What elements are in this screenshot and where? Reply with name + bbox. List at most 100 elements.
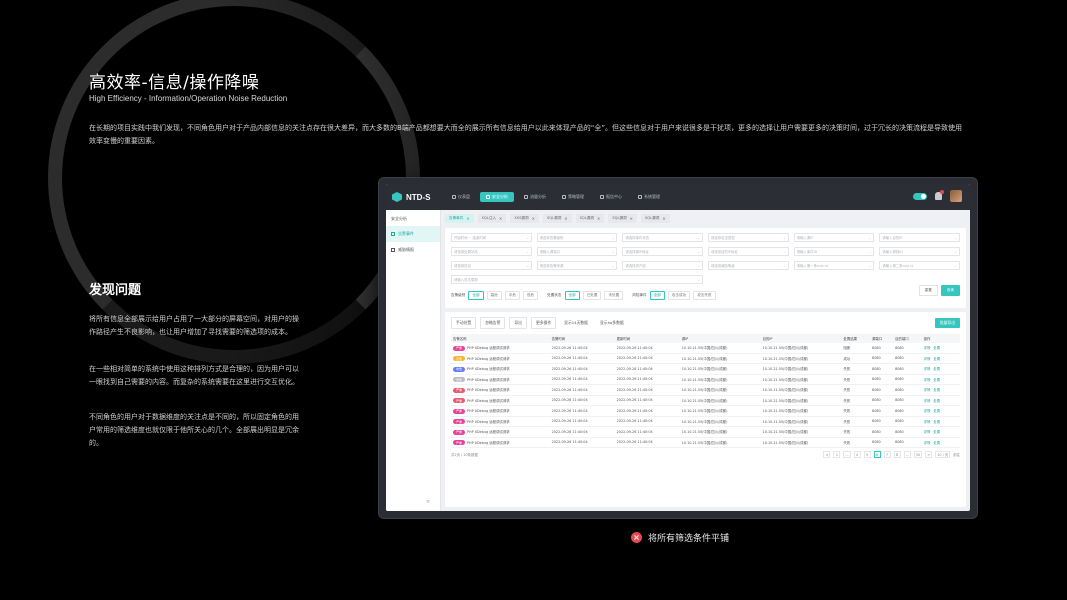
row-action-link[interactable]: 处置 bbox=[933, 357, 940, 361]
close-icon[interactable]: × bbox=[662, 216, 665, 221]
column-header[interactable]: 告警名称 bbox=[451, 334, 550, 343]
top-nav-item[interactable]: 仪表盘 bbox=[446, 192, 476, 202]
page-button[interactable]: < bbox=[823, 451, 831, 459]
page-tab[interactable]: SQL注入 × bbox=[477, 213, 507, 223]
quick-filter-chip[interactable]: 已处置 bbox=[582, 291, 602, 300]
page-button[interactable]: 7 bbox=[883, 451, 891, 459]
row-action-link[interactable]: 处置 bbox=[933, 346, 940, 350]
row-action-link[interactable]: 详情 bbox=[924, 346, 931, 350]
filter-field[interactable]: 请输入目的IP ⌄ bbox=[879, 233, 960, 242]
collapse-sidebar-icon[interactable]: ≡ bbox=[426, 499, 430, 505]
page-button[interactable]: 50 bbox=[913, 451, 923, 459]
row-action-link[interactable]: 详情 bbox=[924, 430, 931, 434]
table-row[interactable]: 严重 PHP XDebug 远程调试请求 2022-09-26 11:40:04 20… bbox=[451, 395, 960, 407]
top-nav-item[interactable]: 系统管理 bbox=[632, 192, 666, 202]
quick-filter-chip[interactable]: 低危 bbox=[522, 291, 539, 300]
search-button[interactable]: 查询 bbox=[940, 285, 960, 296]
column-header[interactable]: 源端口 bbox=[870, 334, 894, 343]
row-action-link[interactable]: 详情 bbox=[924, 378, 931, 382]
toolbar-button[interactable]: 手动处置 bbox=[451, 317, 477, 329]
toolbar-checkbox[interactable]: 显示ho多数据 bbox=[596, 318, 628, 328]
table-row[interactable]: 严重 PHP XDebug 远程调试请求 2022-09-26 11:40:04 20… bbox=[451, 437, 960, 449]
column-header[interactable]: 告警时间 bbox=[549, 334, 615, 343]
filter-field[interactable]: 请输入源端口 ⌄ bbox=[536, 247, 618, 256]
page-button[interactable]: 1 bbox=[833, 451, 841, 459]
row-action-link[interactable]: 处置 bbox=[933, 399, 940, 403]
row-action-link[interactable]: 处置 bbox=[933, 420, 940, 424]
quick-filter-chip[interactable]: 中危 bbox=[504, 291, 520, 300]
filter-field[interactable]: 请选择攻击类型 ⌄ bbox=[707, 233, 789, 242]
table-row[interactable]: 严重 PHP XDebug 远程调试请求 2022-09-26 11:40:04 20… bbox=[451, 426, 960, 438]
top-nav-item[interactable]: 策略管理 bbox=[556, 192, 590, 202]
table-row[interactable]: 严重 PHP XDebug 远程调试请求 2022-09-26 11:40:04 20… bbox=[451, 416, 960, 428]
page-size-select[interactable]: 10 / 页 bbox=[935, 451, 951, 459]
close-icon[interactable]: × bbox=[630, 216, 633, 221]
quick-filter-chip[interactable]: 全部 bbox=[649, 291, 665, 300]
close-icon[interactable]: × bbox=[564, 216, 567, 221]
page-tab[interactable]: SQL漏洞 × bbox=[575, 213, 605, 223]
filter-field[interactable]: 请选择源IP地址 ⌄ bbox=[622, 247, 703, 256]
page-tab[interactable]: 告警事件 × bbox=[445, 213, 474, 223]
row-action-link[interactable]: 处置 bbox=[933, 430, 940, 434]
column-header[interactable]: 操作 bbox=[921, 334, 960, 343]
column-header[interactable]: 目的端口 bbox=[893, 334, 922, 343]
filter-field[interactable]: 请输入第一条rule id ⌄ bbox=[793, 261, 875, 270]
column-header[interactable]: 更新时间 bbox=[614, 334, 680, 343]
quick-filter-chip[interactable]: 未处置 bbox=[604, 291, 624, 300]
page-button[interactable]: 6 bbox=[873, 451, 881, 459]
quick-filter-chip[interactable]: 全部 bbox=[564, 291, 580, 300]
filter-field[interactable]: 请选择目的IP地址 ⌄ bbox=[707, 247, 789, 256]
filter-field[interactable]: 请选择威胁等级 ⌄ bbox=[707, 261, 789, 270]
page-button[interactable]: 8 bbox=[893, 451, 901, 459]
filter-field[interactable]: 请输入事件ID ⌄ bbox=[793, 247, 875, 256]
filter-field[interactable]: 请选择事件状态 ⌄ bbox=[622, 233, 703, 242]
close-icon[interactable]: × bbox=[466, 216, 469, 221]
row-action-link[interactable]: 详情 bbox=[924, 409, 931, 413]
page-button[interactable]: 5 bbox=[863, 451, 871, 459]
page-button[interactable]: ... bbox=[843, 451, 851, 459]
table-row[interactable]: 严重 PHP XDebug 远程调试请求 2022-09-26 11:40:04 20… bbox=[451, 405, 960, 417]
avatar[interactable] bbox=[950, 190, 962, 202]
filter-field[interactable]: 请输入攻击载荷 ⌄ bbox=[451, 275, 703, 284]
row-action-link[interactable]: 处置 bbox=[933, 378, 940, 382]
quick-filter-chip[interactable]: 高危 bbox=[486, 291, 502, 300]
quick-filter-chip[interactable]: 攻击失败 bbox=[693, 291, 716, 300]
bell-icon[interactable] bbox=[935, 190, 944, 200]
page-button[interactable]: ... bbox=[903, 451, 911, 459]
filter-field[interactable]: 请输入源IP ⌄ bbox=[793, 233, 875, 242]
toolbar-button[interactable]: 忽略告警 bbox=[480, 317, 506, 329]
close-icon[interactable]: × bbox=[597, 216, 600, 221]
filter-field[interactable]: 请选择资产组 ⌄ bbox=[622, 261, 703, 270]
table-row[interactable]: 中危 PHP XDebug 远程调试请求 2022-09-26 11:40:04 20… bbox=[451, 363, 960, 375]
top-nav-item[interactable]: 安全分析 bbox=[480, 192, 514, 202]
row-action-link[interactable]: 处置 bbox=[933, 441, 940, 445]
filter-field[interactable]: 请选择告警级别 ⌄ bbox=[536, 233, 618, 242]
row-action-link[interactable]: 处置 bbox=[933, 409, 940, 413]
page-tab[interactable]: SQL漏洞 × bbox=[542, 213, 572, 223]
close-icon[interactable]: × bbox=[532, 216, 535, 221]
app-logo[interactable]: NTD-S bbox=[386, 192, 442, 202]
row-action-link[interactable]: 详情 bbox=[924, 441, 931, 445]
column-header[interactable]: 源IP bbox=[679, 334, 761, 343]
page-button[interactable]: > bbox=[925, 451, 933, 459]
page-tab[interactable]: SQL漏洞 × bbox=[608, 213, 637, 223]
theme-toggle[interactable] bbox=[913, 192, 927, 200]
row-action-link[interactable]: 详情 bbox=[924, 367, 931, 371]
toolbar-checkbox[interactable]: 显示14天数据 bbox=[560, 318, 592, 328]
quick-filter-chip[interactable]: 攻击成功 bbox=[667, 291, 691, 300]
page-tab[interactable]: XSS漏洞 × bbox=[510, 213, 539, 223]
column-header[interactable]: 目的IP bbox=[760, 334, 842, 343]
row-action-link[interactable]: 详情 bbox=[924, 420, 931, 424]
table-row[interactable]: 低危 PHP XDebug 远程调试请求 2022-09-26 11:40:04 20… bbox=[451, 374, 960, 386]
sidebar-item-alerts[interactable]: 告警事件 bbox=[386, 226, 440, 242]
filter-field[interactable]: 开始时间 ~ 结束时间 ⌄ bbox=[451, 233, 532, 242]
reset-button[interactable]: 重置 bbox=[918, 285, 938, 296]
row-action-link[interactable]: 详情 bbox=[924, 399, 931, 403]
column-header[interactable]: 处置结果 bbox=[841, 334, 871, 343]
table-row[interactable]: 严重 PHP XDebug 远程调试请求 2022-09-26 11:40:04 20… bbox=[451, 384, 960, 396]
toolbar-button[interactable]: 导出 bbox=[509, 317, 527, 329]
row-action-link[interactable]: 详情 bbox=[924, 357, 931, 361]
page-tab[interactable]: SQL漏洞 × bbox=[641, 213, 670, 223]
toolbar-button[interactable]: 更多操作 bbox=[530, 317, 557, 329]
quick-filter-chip[interactable]: 全部 bbox=[468, 291, 484, 300]
